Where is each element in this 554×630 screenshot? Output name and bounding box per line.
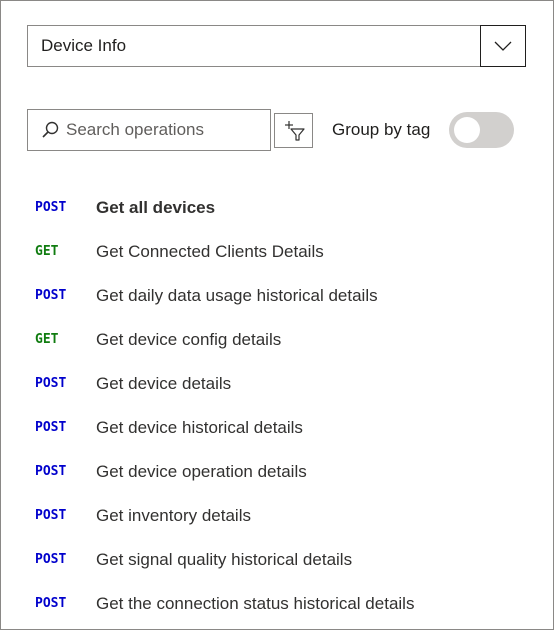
- add-filter-button[interactable]: [274, 113, 313, 148]
- search-icon: [42, 121, 59, 138]
- http-method-badge: POST: [35, 464, 67, 479]
- search-input[interactable]: [66, 110, 261, 150]
- group-by-tag-label: Group by tag: [332, 120, 431, 139]
- http-method-badge: POST: [35, 508, 67, 523]
- chevron-down-icon: [494, 41, 512, 51]
- http-method-badge: POST: [35, 288, 67, 303]
- operations-list: POST Get all devices GET Get Connected C…: [0, 186, 552, 626]
- operation-name: Get device config details: [96, 330, 282, 349]
- operation-name: Get daily data usage historical details: [96, 286, 378, 305]
- operation-name: Get device historical details: [96, 418, 303, 437]
- operation-name: Get inventory details: [96, 506, 251, 525]
- operation-name: Get Connected Clients Details: [96, 242, 324, 261]
- operation-item[interactable]: GET Get device config details: [0, 318, 552, 362]
- operation-item[interactable]: POST Get device historical details: [0, 406, 552, 450]
- operation-item[interactable]: POST Get the connection status historica…: [0, 582, 552, 626]
- search-box[interactable]: [27, 109, 271, 151]
- group-by-tag-toggle[interactable]: [449, 112, 514, 148]
- http-method-badge: GET: [35, 244, 59, 259]
- operation-item[interactable]: POST Get device details: [0, 362, 552, 406]
- operation-name: Get device operation details: [96, 462, 307, 481]
- operation-name: Get device details: [96, 374, 232, 393]
- operation-item[interactable]: POST Get device operation details: [0, 450, 552, 494]
- http-method-badge: POST: [35, 200, 67, 215]
- http-method-badge: POST: [35, 376, 67, 391]
- http-method-badge: GET: [35, 332, 59, 347]
- http-method-badge: POST: [35, 596, 67, 611]
- add-filter-icon: [285, 121, 305, 141]
- api-select-value: Device Info: [41, 36, 127, 55]
- http-method-badge: POST: [35, 420, 67, 435]
- operation-item[interactable]: POST Get signal quality historical detai…: [0, 538, 552, 582]
- operation-item[interactable]: POST Get daily data usage historical det…: [0, 274, 552, 318]
- operation-item[interactable]: POST Get inventory details: [0, 494, 552, 538]
- operation-item[interactable]: GET Get Connected Clients Details: [0, 230, 552, 274]
- operation-name: Get signal quality historical details: [96, 550, 353, 569]
- operation-name: Get all devices: [96, 198, 216, 217]
- http-method-badge: POST: [35, 552, 67, 567]
- operation-name: Get the connection status historical det…: [96, 594, 415, 613]
- api-select-dropdown[interactable]: Device Info: [27, 25, 526, 67]
- operation-item[interactable]: POST Get all devices: [0, 186, 552, 230]
- toggle-knob: [454, 117, 480, 143]
- dropdown-toggle-button[interactable]: [480, 25, 526, 67]
